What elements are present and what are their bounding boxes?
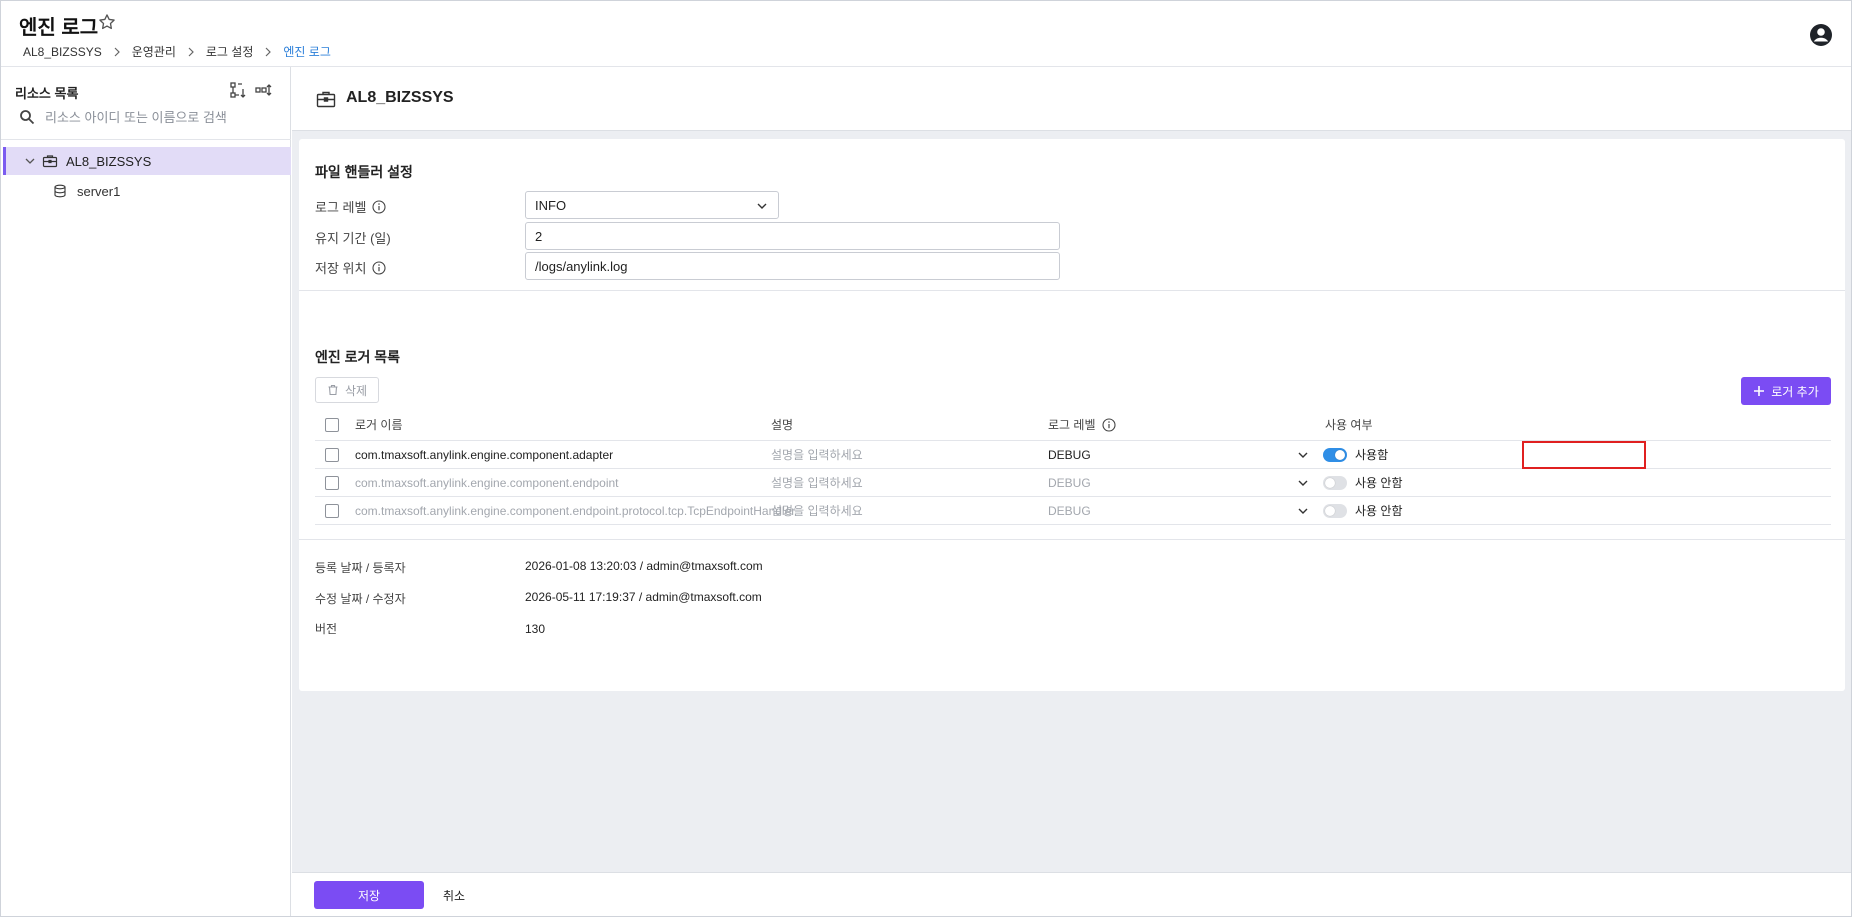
add-logger-label: 로거 추가 [1771, 384, 1819, 399]
breadcrumb-item[interactable]: AL8_BIZSSYS [23, 45, 102, 59]
enabled-label: 사용 안함 [1355, 504, 1403, 518]
chevron-down-icon[interactable] [1297, 449, 1309, 461]
database-icon [54, 184, 66, 198]
tree-item-server1[interactable]: server1 [53, 179, 120, 203]
search-input[interactable] [45, 109, 265, 125]
settings-card: 파일 핸들러 설정 로그 레벨 INFO 유지 기간 (일) 2 저장 위치 /… [299, 139, 1845, 691]
chevron-right-icon [265, 47, 272, 56]
star-icon[interactable] [97, 12, 117, 32]
row-checkbox[interactable] [325, 447, 339, 462]
chevron-down-icon[interactable] [24, 155, 36, 167]
location-label: 저장 위치 [315, 258, 387, 277]
chevron-down-icon[interactable] [1297, 505, 1309, 517]
briefcase-icon [316, 91, 336, 108]
page-header: 엔진 로그 AL8_BIZSSYS 운영관리 로그 설정 엔진 로그 [1, 1, 1851, 67]
sidebar-title: 리소스 목록 [15, 86, 79, 101]
location-label-text: 저장 위치 [315, 261, 367, 276]
sidebar-search [19, 109, 265, 125]
logger-list-title: 엔진 로거 목록 [315, 349, 401, 365]
column-header-level: 로그 레벨 [1048, 416, 1116, 433]
enabled-toggle[interactable] [1323, 503, 1347, 518]
table-row[interactable]: com.tmaxsoft.anylink.engine.component.en… [315, 497, 1831, 525]
logger-name: com.tmaxsoft.anylink.engine.component.en… [355, 475, 619, 490]
tree-item-label: AL8_BIZSSYS [66, 153, 152, 169]
column-header-name: 로거 이름 [355, 418, 403, 432]
tree-item-label: server1 [77, 183, 121, 199]
breadcrumb-item[interactable]: 운영관리 [132, 43, 176, 60]
info-icon[interactable] [1101, 417, 1116, 432]
log-level-select[interactable]: INFO [525, 191, 779, 219]
trash-icon [328, 384, 338, 396]
chevron-right-icon [114, 47, 120, 56]
section-divider [299, 539, 1845, 540]
delete-label: 삭제 [344, 383, 368, 398]
resource-title: AL8_BIZSSYS [346, 89, 454, 106]
version-label: 버전 [315, 622, 338, 636]
registered-value: 2026-01-08 13:20:03 / admin@tmaxsoft.com [525, 559, 763, 573]
logger-level[interactable]: DEBUG [1048, 448, 1091, 462]
breadcrumb-current: 엔진 로그 [283, 45, 331, 59]
resource-sidebar: 리소스 목록 AL8_BIZSSYS server1 [1, 67, 291, 916]
log-level-label-text: 로그 레벨 [315, 200, 367, 215]
logger-description[interactable]: 설명을 입력하세요 [771, 474, 863, 491]
plus-icon [1754, 386, 1765, 396]
enabled-label: 사용 안함 [1355, 476, 1403, 490]
user-icon[interactable] [1809, 23, 1833, 47]
cancel-button[interactable]: 취소 [426, 881, 482, 909]
retention-input[interactable]: 2 [525, 222, 1060, 250]
table-row[interactable]: com.tmaxsoft.anylink.engine.component.en… [315, 469, 1831, 497]
logger-name: com.tmaxsoft.anylink.engine.component.en… [355, 503, 796, 518]
sidebar-divider [1, 139, 291, 140]
info-icon[interactable] [372, 260, 387, 275]
enabled-label: 사용함 [1355, 448, 1389, 462]
file-handler-title: 파일 핸들러 설정 [315, 164, 413, 180]
section-divider [299, 290, 1845, 291]
column-header-level-text: 로그 레벨 [1048, 418, 1096, 432]
table-header-row: 로거 이름 설명 로그 레벨 사용 여부 [315, 409, 1831, 441]
tree-collapse-icon[interactable] [255, 81, 273, 99]
breadcrumb: AL8_BIZSSYS 운영관리 로그 설정 엔진 로그 [23, 43, 331, 60]
column-header-enabled: 사용 여부 [1325, 418, 1373, 432]
retention-label: 유지 기간 (일) [315, 228, 391, 247]
retention-value: 2 [535, 228, 543, 244]
logger-level[interactable]: DEBUG [1048, 504, 1091, 518]
enabled-toggle[interactable] [1323, 475, 1347, 490]
breadcrumb-item[interactable]: 로그 설정 [206, 43, 254, 60]
main-content: AL8_BIZSSYS 파일 핸들러 설정 로그 레벨 INFO 유지 기간 (… [292, 67, 1851, 872]
page-title: 엔진 로그 [19, 17, 99, 39]
chevron-down-icon [757, 203, 767, 209]
modified-label: 수정 날짜 / 수정자 [315, 592, 406, 606]
retention-label-text: 유지 기간 (일) [315, 231, 391, 246]
select-all-checkbox[interactable] [325, 417, 339, 432]
logger-description[interactable]: 설명을 입력하세요 [771, 502, 863, 519]
add-logger-button[interactable]: 로거 추가 [1741, 377, 1831, 405]
column-header-description: 설명 [771, 418, 794, 432]
logger-name: com.tmaxsoft.anylink.engine.component.ad… [355, 447, 614, 462]
search-icon [20, 110, 35, 125]
log-level-value: INFO [535, 197, 567, 213]
row-checkbox[interactable] [325, 503, 339, 518]
version-value: 130 [525, 622, 546, 636]
log-level-label: 로그 레벨 [315, 197, 387, 216]
logger-level[interactable]: DEBUG [1048, 476, 1091, 490]
action-footer: 저장 취소 [292, 872, 1851, 916]
highlight-annotation [1522, 441, 1646, 469]
registered-label: 등록 날짜 / 등록자 [315, 561, 406, 575]
briefcase-icon [42, 155, 58, 168]
tree-item-root[interactable]: AL8_BIZSSYS [3, 147, 291, 175]
resource-bar: AL8_BIZSSYS [292, 67, 1851, 131]
modified-value: 2026-05-11 17:19:37 / admin@tmaxsoft.com [525, 590, 762, 604]
chevron-down-icon[interactable] [1297, 477, 1309, 489]
save-button[interactable]: 저장 [314, 881, 424, 909]
tree-expand-icon[interactable] [229, 81, 247, 99]
info-icon[interactable] [372, 199, 387, 214]
location-input[interactable]: /logs/anylink.log [525, 252, 1060, 280]
enabled-toggle[interactable] [1323, 447, 1347, 462]
logger-description[interactable]: 설명을 입력하세요 [771, 446, 863, 463]
delete-button[interactable]: 삭제 [315, 377, 379, 403]
row-checkbox[interactable] [325, 475, 339, 490]
location-value: /logs/anylink.log [535, 258, 628, 274]
chevron-right-icon [188, 47, 194, 56]
